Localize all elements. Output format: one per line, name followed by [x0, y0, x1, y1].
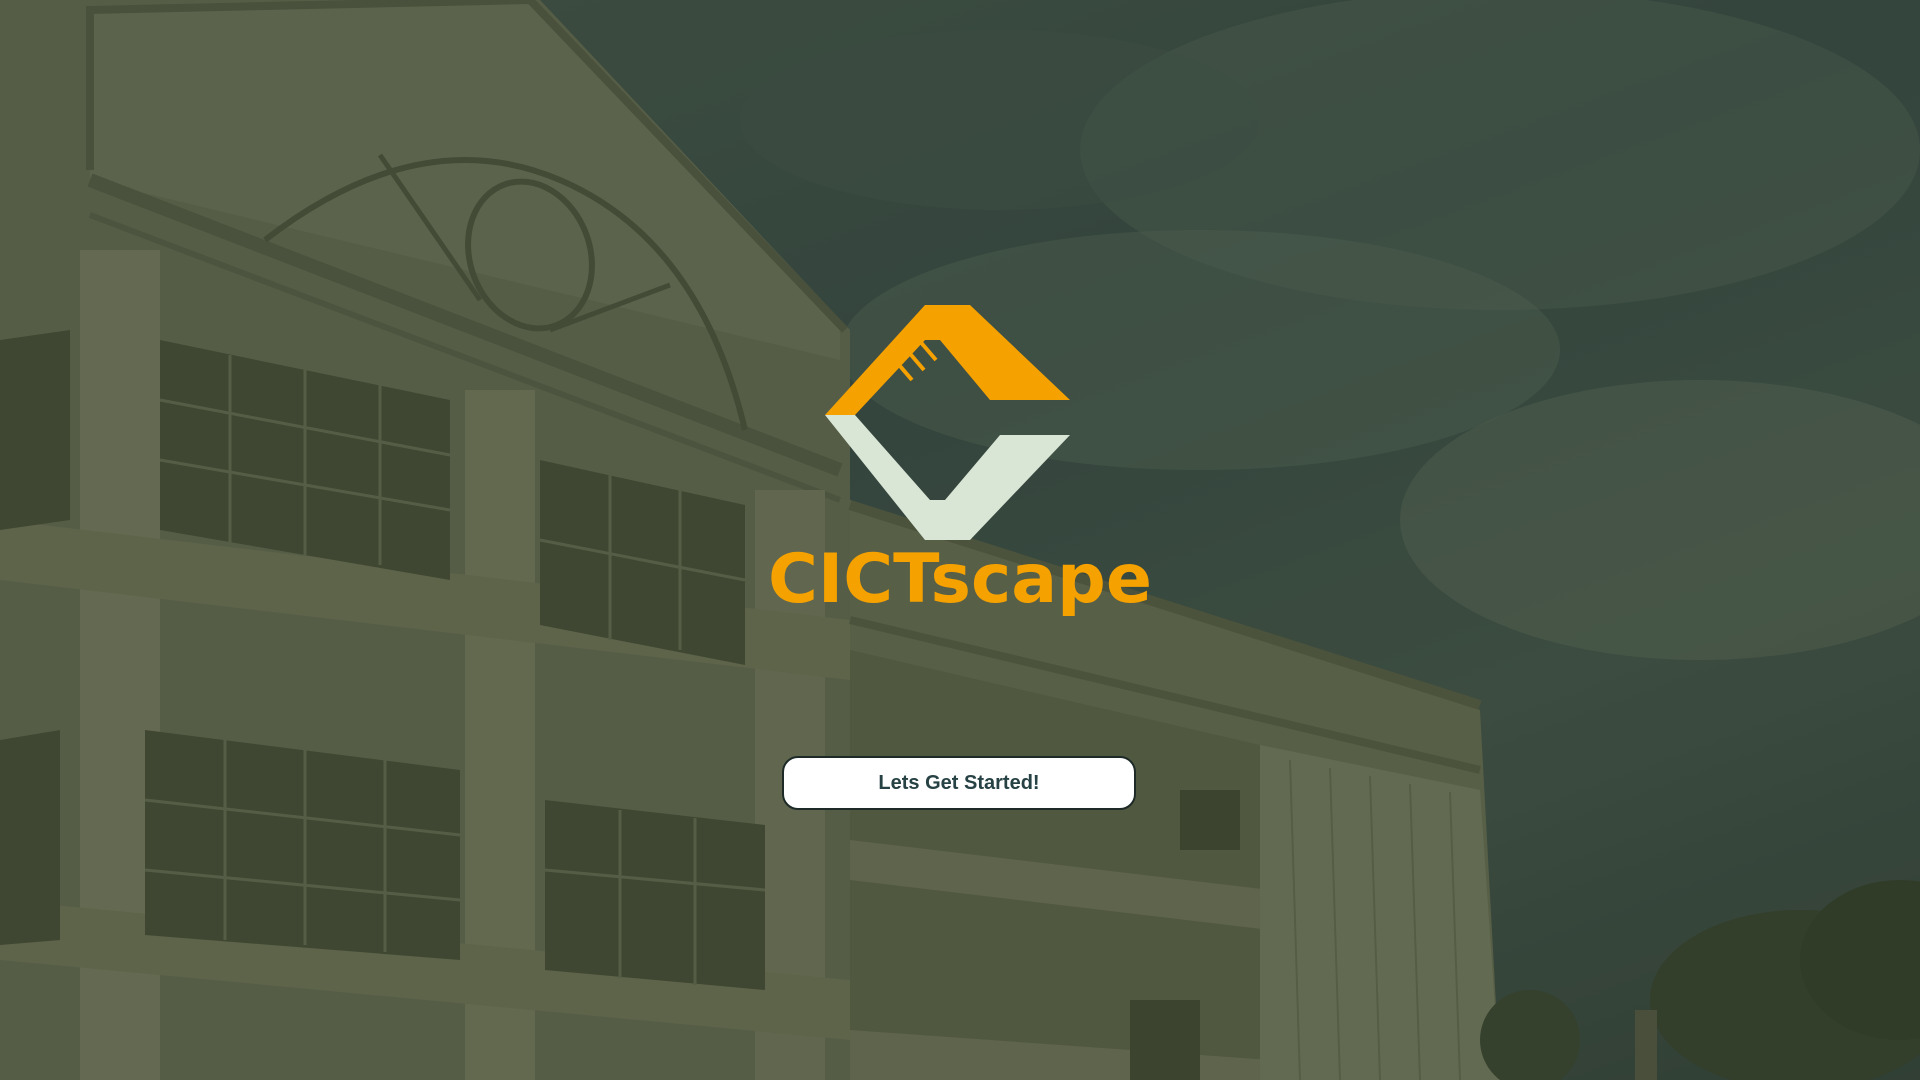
- cictscape-logo-icon: [825, 305, 1070, 540]
- brand-title: CICTscape: [768, 540, 1152, 619]
- landing-screen: CICTscape Lets Get Started!: [0, 0, 1920, 1080]
- get-started-button[interactable]: Lets Get Started!: [782, 756, 1136, 810]
